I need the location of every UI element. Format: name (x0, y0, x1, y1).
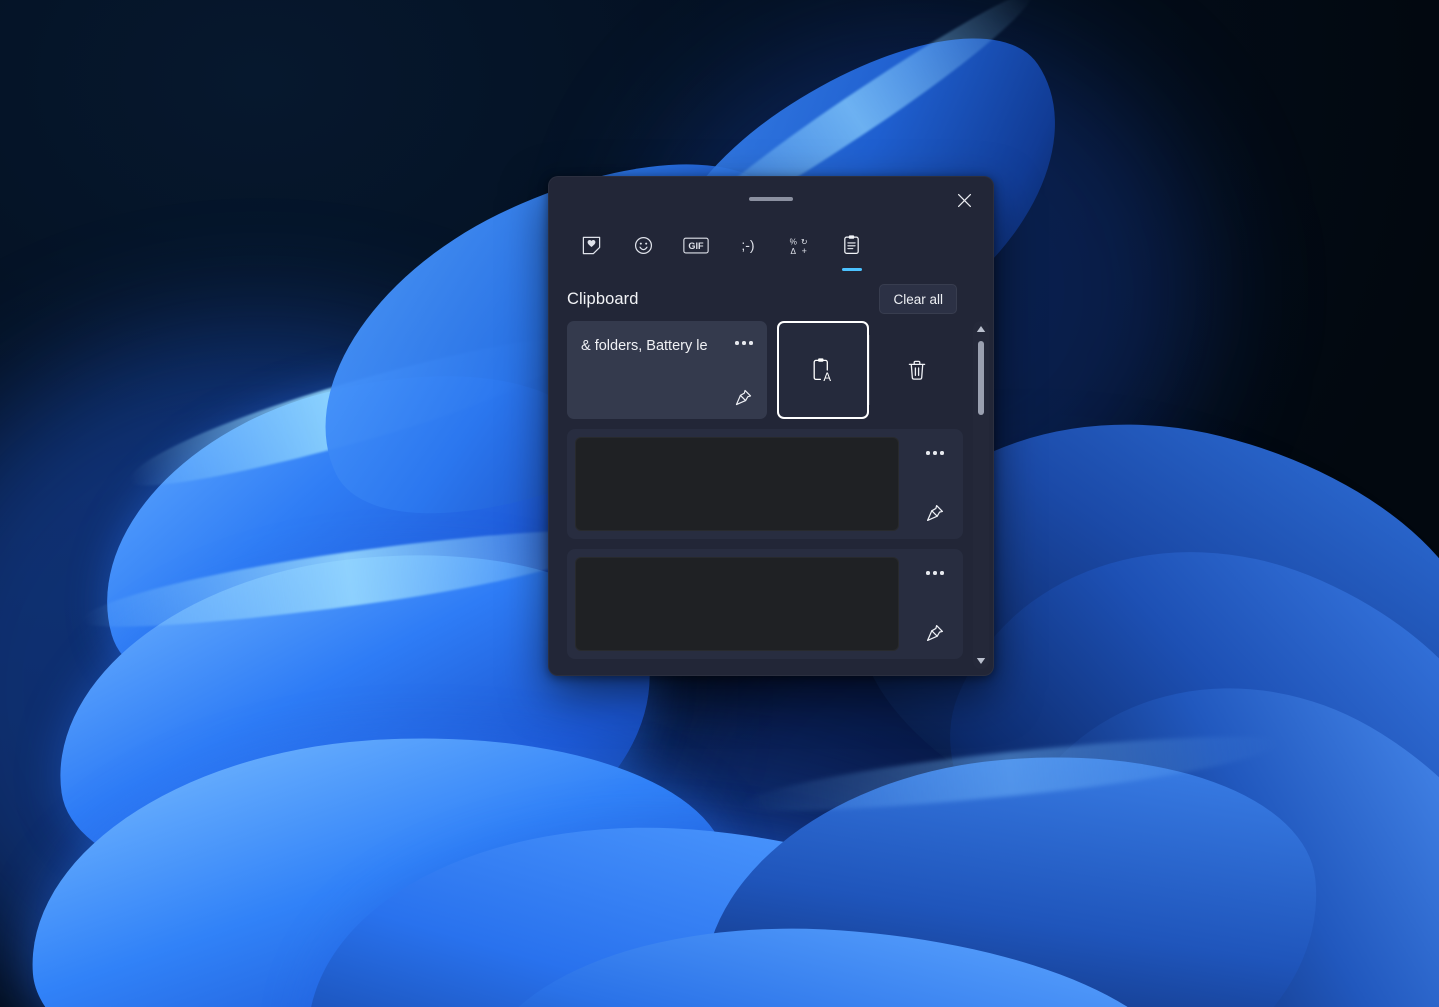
tab-kaomoji[interactable]: ;-) (727, 223, 768, 267)
svg-text:Δ: Δ (791, 247, 797, 256)
tabstrip: GIF ;-) % ↻ Δ + (549, 223, 993, 273)
desktop-wallpaper: GIF ;-) % ↻ Δ + (0, 0, 1439, 1007)
scroll-down-button[interactable] (973, 653, 989, 669)
kaomoji-icon: ;-) (735, 235, 761, 256)
paste-as-plain-text-button[interactable]: A (777, 321, 869, 419)
svg-text:A: A (823, 372, 831, 384)
clipboard-item-image (567, 549, 963, 659)
wallpaper-ribbon-highlight (79, 515, 621, 644)
wallpaper-ribbon (683, 729, 1337, 1007)
scroll-up-button[interactable] (973, 321, 989, 337)
delete-item-button[interactable] (870, 321, 963, 419)
item-pin-button[interactable] (918, 617, 952, 649)
close-button[interactable] (943, 183, 985, 217)
clipboard-item-image-thumbnail[interactable] (575, 437, 899, 531)
clear-all-label: Clear all (893, 292, 943, 307)
clipboard-flyout: GIF ;-) % ↻ Δ + (548, 176, 994, 676)
svg-text:+: + (802, 246, 807, 256)
clipboard-item-image-thumbnail[interactable] (575, 557, 899, 651)
svg-text:GIF: GIF (688, 240, 704, 250)
tab-gif[interactable]: GIF (675, 223, 716, 267)
clipboard-item-actions (899, 437, 955, 531)
sticker-icon (581, 235, 602, 256)
clipboard-item-image (567, 429, 963, 539)
wallpaper-ribbon-highlight (739, 724, 1281, 824)
scrollbar-thumb[interactable] (978, 341, 984, 415)
ellipsis-icon (735, 341, 753, 345)
wallpaper-ribbon (470, 906, 1189, 1007)
wallpaper-ribbon (945, 597, 1439, 1007)
chevron-down-icon (976, 657, 986, 665)
item-pin-button[interactable] (727, 382, 759, 412)
item-pin-button[interactable] (918, 497, 952, 529)
wallpaper-ribbon (18, 716, 741, 1007)
pin-icon (925, 503, 945, 523)
symbols-icon: % ↻ Δ + (788, 235, 811, 256)
ellipsis-icon (926, 451, 944, 455)
list-scrollbar[interactable] (973, 321, 989, 669)
tab-clipboard[interactable] (831, 223, 872, 267)
clear-all-button[interactable]: Clear all (879, 284, 957, 314)
wallpaper-ribbon-highlight (121, 318, 589, 505)
ellipsis-icon (926, 571, 944, 575)
active-tab-indicator (842, 268, 862, 271)
pin-icon (925, 623, 945, 643)
clipboard-item-text-content: & folders, Battery le (581, 334, 753, 359)
drag-handle[interactable] (749, 197, 793, 201)
page-title: Clipboard (567, 290, 639, 309)
item-menu-button[interactable] (729, 330, 759, 356)
item-menu-button[interactable] (919, 559, 951, 587)
tab-emoji[interactable] (623, 223, 664, 267)
tab-symbols[interactable]: % ↻ Δ + (779, 223, 820, 267)
wallpaper-glow (0, 330, 640, 1007)
chevron-up-icon (976, 325, 986, 333)
clipboard-item-actions (899, 557, 955, 651)
clipboard-history-list: & folders, Battery le (559, 321, 971, 669)
pin-icon (734, 388, 753, 407)
svg-text:;-): ;-) (741, 237, 754, 253)
svg-text:%: % (790, 237, 797, 246)
scrollbar-track[interactable] (973, 337, 989, 653)
trash-icon (905, 358, 929, 383)
clipboard-icon (841, 234, 862, 256)
close-icon (957, 193, 972, 208)
paste-as-text-icon: A (810, 356, 836, 384)
wallpaper-glow (150, 760, 1050, 1007)
smiley-icon (633, 235, 654, 256)
item-menu-button[interactable] (919, 439, 951, 467)
gif-icon: GIF (683, 236, 709, 255)
clipboard-item-text: & folders, Battery le (567, 321, 963, 419)
wallpaper-ribbon (291, 791, 1089, 1007)
clipboard-item-preview[interactable]: & folders, Battery le (567, 321, 767, 419)
clipboard-header: Clipboard Clear all (549, 281, 993, 317)
tab-stickers[interactable] (571, 223, 612, 267)
